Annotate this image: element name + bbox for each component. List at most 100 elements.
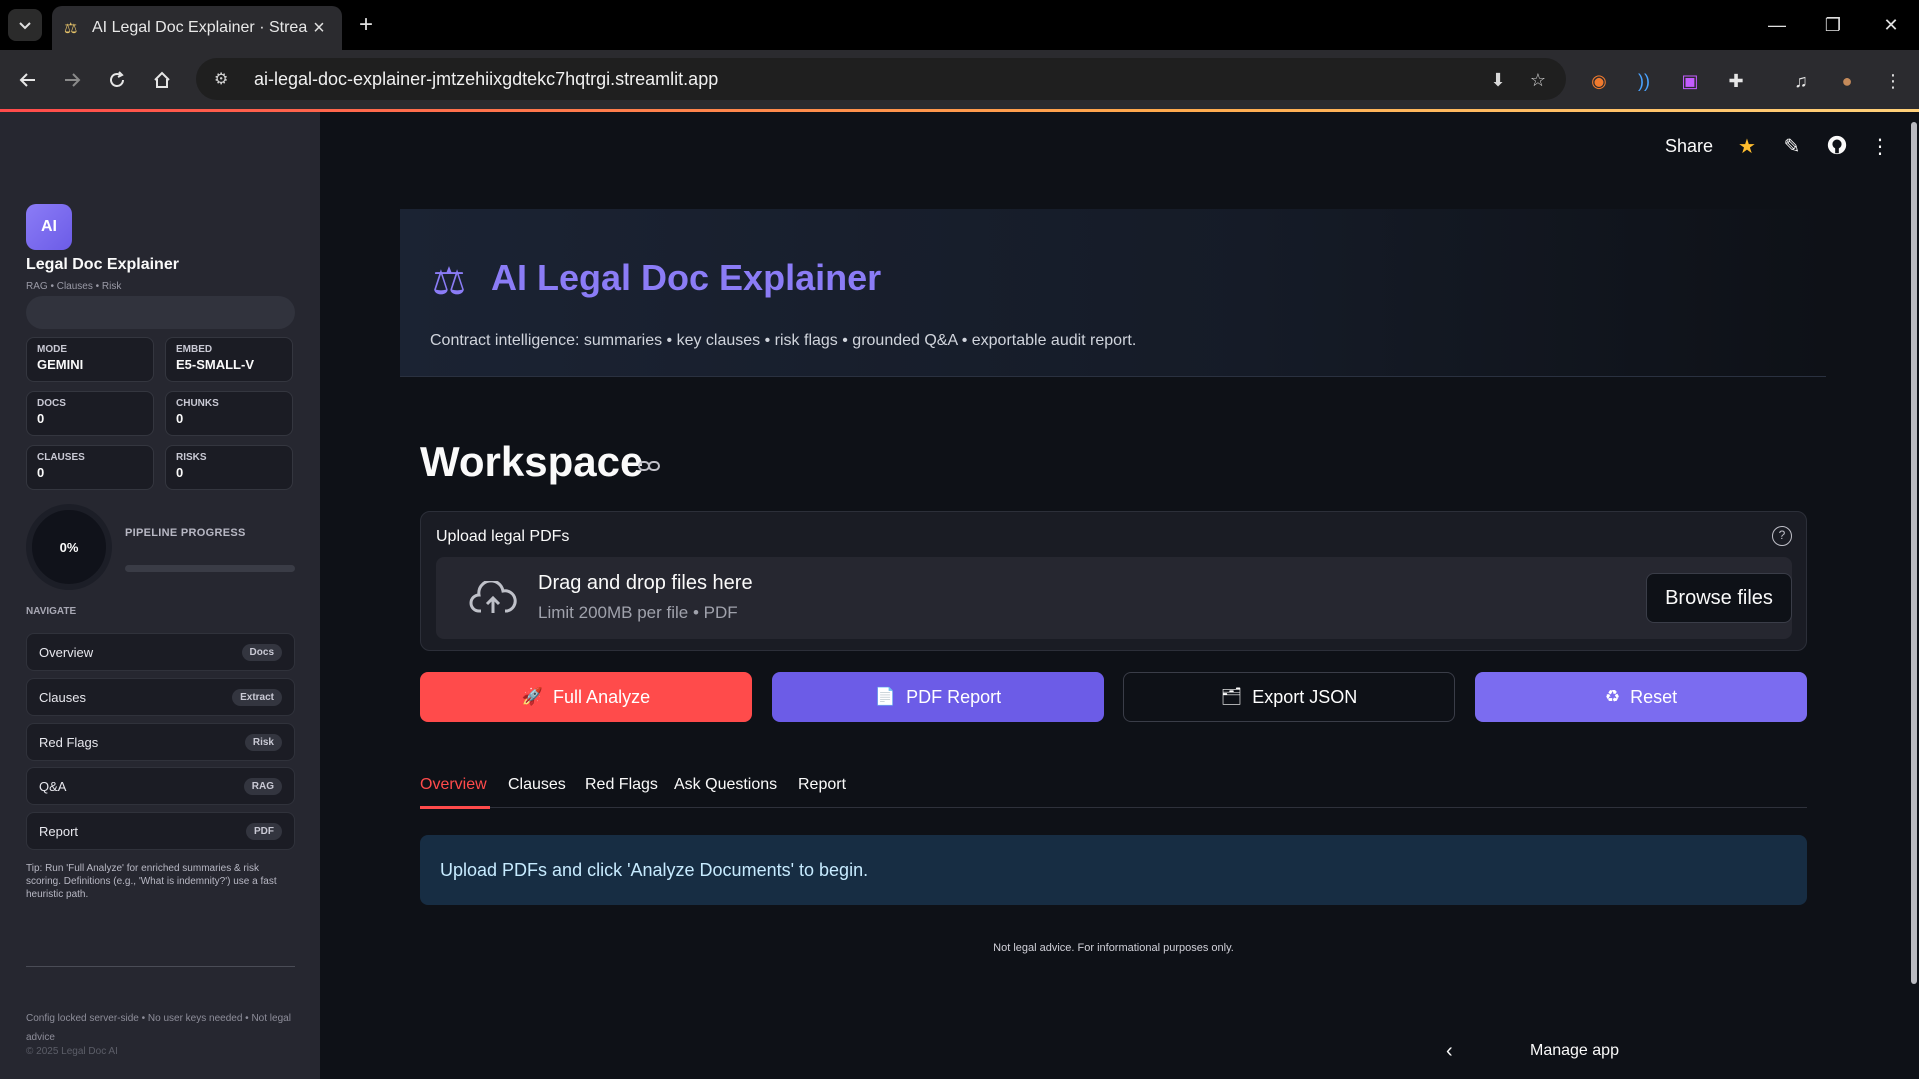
workspace-heading: Workspace [420,438,644,485]
tab-report[interactable]: Report [798,776,846,794]
scrollbar[interactable] [1909,112,1919,1079]
document-icon: 📄 [874,687,897,706]
sidebar-item-label: Clauses [39,689,86,705]
sidebar-item-red-flags[interactable]: Red Flags Risk [26,723,295,761]
stat-clauses: CLAUSES 0 [26,445,154,490]
install-app-icon[interactable]: ⬇ [1486,68,1510,92]
browse-files-button[interactable]: Browse files [1646,573,1792,623]
star-icon[interactable]: ★ [1734,134,1760,160]
button-label: Reset [1630,686,1678,707]
sidebar-item-badge: Extract [232,688,282,706]
github-icon[interactable] [1824,134,1850,160]
stat-label: CLAUSES [37,452,85,463]
stat-docs: DOCS 0 [26,391,154,436]
page-title: AI Legal Doc Explainer [491,257,882,298]
stat-value: 0 [37,411,45,426]
url-text: ai-legal-doc-explainer-jmtzehiixgdtekc7h… [254,68,719,89]
hero-subtitle: Contract intelligence: summaries • key c… [430,332,1137,349]
full-analyze-button[interactable]: 🚀 Full Analyze [420,672,752,722]
chevron-left-icon[interactable]: ‹ [1446,1040,1453,1063]
hero-banner: ⚖ AI Legal Doc Explainer Contract intell… [400,209,1826,377]
address-bar[interactable]: ⚙ ai-legal-doc-explainer-jmtzehiixgdtekc… [196,58,1566,100]
stat-label: MODE [37,344,67,355]
tab-clauses[interactable]: Clauses [508,776,566,794]
cloud-upload-icon [469,581,517,613]
disclaimer: Not legal advice. For informational purp… [993,942,1234,954]
sidebar-item-report[interactable]: Report PDF [26,812,295,850]
reset-button[interactable]: ♻ Reset [1475,672,1807,722]
help-icon[interactable]: ? [1772,526,1792,546]
browser-menu-icon[interactable]: ⋮ [1880,68,1906,94]
sidebar-item-label: Red Flags [39,734,99,750]
scrollbar-thumb[interactable] [1911,122,1917,984]
sidebar-item-badge: PDF [246,822,282,840]
tab-ask-questions[interactable]: Ask Questions [674,776,777,794]
extension-capture-icon[interactable]: ▣ [1677,68,1703,94]
media-controls-icon[interactable]: ♫ [1788,68,1814,94]
extensions-puzzle-icon[interactable]: ✚ [1723,68,1749,94]
sidebar-item-overview[interactable]: Overview Docs [26,633,295,671]
button-label: Full Analyze [553,686,651,707]
stat-value: GEMINI [37,357,84,372]
stat-label: DOCS [37,398,66,409]
edit-pencil-icon[interactable]: ✎ [1779,134,1805,160]
forward-icon[interactable] [55,63,89,97]
progress-ring: 0% [26,504,112,590]
scales-icon: ⚖ [432,261,467,303]
stat-value: 0 [176,411,184,426]
new-tab-icon[interactable]: + [352,12,380,40]
browser-toolbar: ⚙ ai-legal-doc-explainer-jmtzehiixgdtekc… [0,50,1919,109]
pipeline-progress-bar [125,565,295,572]
home-icon[interactable] [145,63,179,97]
sidebar-item-clauses[interactable]: Clauses Extract [26,678,295,716]
reload-icon[interactable] [100,63,134,97]
tab-search-button[interactable] [8,9,42,41]
extension-audio-icon[interactable]: )) [1631,68,1657,94]
extension-orange-icon[interactable]: ◉ [1586,68,1612,94]
dropzone[interactable]: Drag and drop files here Limit 200MB per… [436,557,1792,639]
stat-risks: RISKS 0 [165,445,293,490]
pdf-report-button[interactable]: 📄 PDF Report [772,672,1104,722]
sidebar-item-qa[interactable]: Q&A RAG [26,767,295,805]
sidebar: AI Legal Doc Explainer RAG • Clauses • R… [0,112,320,1079]
browser-tab-active[interactable]: ⚖ AI Legal Doc Explainer · Streamlit × [52,6,342,50]
main-content: Share ★ ✎ ⋮ ⚖ AI Legal Doc Explainer Con… [320,112,1919,1079]
anchor-link-icon[interactable] [638,456,660,479]
navigate-heading: NAVIGATE [26,606,77,617]
minimize-icon[interactable]: — [1757,10,1797,40]
app-menu-icon[interactable]: ⋮ [1867,134,1893,160]
sidebar-copyright: © 2025 Legal Doc AI [26,1046,118,1057]
stat-value: E5-SMALL-V [176,357,254,372]
chevron-down-icon [19,22,31,30]
export-json-button[interactable]: 🗂 Export JSON [1123,672,1455,722]
app-logo: AI [26,204,72,250]
close-tab-icon[interactable]: × [308,17,330,40]
back-icon[interactable] [11,63,45,97]
sidebar-item-label: Overview [39,644,94,660]
stat-label: RISKS [176,452,207,463]
tab-overview[interactable]: Overview [420,776,487,794]
stat-embed: EMBED E5-SMALL-V [165,337,293,382]
scales-favicon-icon: ⚖ [64,20,78,37]
restore-icon[interactable]: ❐ [1813,10,1853,40]
sidebar-tip: Tip: Run 'Full Analyze' for enriched sum… [26,863,277,900]
sidebar-item-badge: Risk [244,733,282,751]
dropzone-title: Drag and drop files here [538,572,753,594]
stat-label: CHUNKS [176,398,219,409]
sidebar-item-badge: Docs [241,643,282,661]
site-info-icon[interactable]: ⚙ [214,69,240,89]
dropzone-limit: Limit 200MB per file • PDF [538,603,738,622]
sidebar-item-badge: RAG [243,777,282,795]
sidebar-title: Legal Doc Explainer [26,256,179,273]
button-label: Export JSON [1252,686,1358,707]
sidebar-subtitle: RAG • Clauses • Risk [26,281,122,292]
file-uploader: Upload legal PDFs ? Drag and drop files … [420,511,1807,651]
manage-app-button[interactable]: Manage app [1530,1042,1619,1060]
recycle-icon: ♻ [1604,687,1621,706]
share-button[interactable]: Share [1665,136,1713,157]
tab-red-flags[interactable]: Red Flags [585,776,658,794]
bookmark-star-icon[interactable]: ☆ [1526,68,1550,92]
close-window-icon[interactable]: ✕ [1871,10,1911,40]
button-label: PDF Report [906,686,1002,707]
profile-avatar-icon[interactable]: ● [1834,68,1860,94]
